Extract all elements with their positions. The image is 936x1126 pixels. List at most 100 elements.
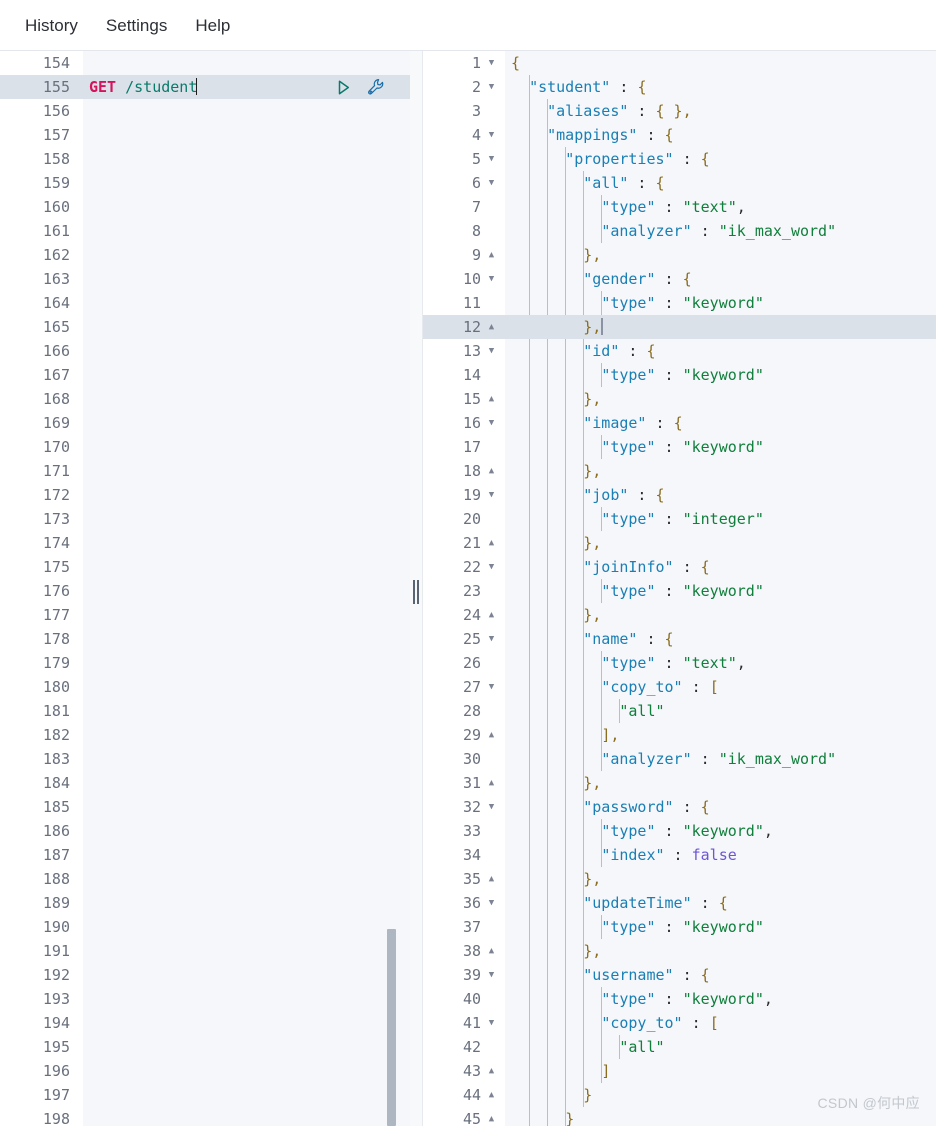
request-line[interactable]: [83, 1107, 410, 1126]
request-line[interactable]: [83, 243, 410, 267]
response-line[interactable]: "username" : {: [505, 963, 936, 987]
response-line[interactable]: },: [505, 771, 936, 795]
response-line[interactable]: },: [505, 603, 936, 627]
request-line[interactable]: [83, 315, 410, 339]
fold-down-icon[interactable]: ▼: [484, 267, 499, 291]
response-code-area[interactable]: { "student" : { "aliases" : { }, "mappin…: [505, 51, 936, 1126]
request-line[interactable]: [83, 483, 410, 507]
response-line[interactable]: },: [505, 531, 936, 555]
response-line[interactable]: },: [505, 387, 936, 411]
response-line[interactable]: "analyzer" : "ik_max_word": [505, 219, 936, 243]
request-line[interactable]: [83, 219, 410, 243]
request-line[interactable]: [83, 171, 410, 195]
response-line[interactable]: },: [505, 243, 936, 267]
request-line[interactable]: [83, 867, 410, 891]
fold-down-icon[interactable]: ▼: [484, 963, 499, 987]
request-line[interactable]: [83, 771, 410, 795]
fold-down-icon[interactable]: ▼: [484, 51, 499, 75]
request-line[interactable]: [83, 699, 410, 723]
response-line[interactable]: "joinInfo" : {: [505, 555, 936, 579]
response-line[interactable]: "all": [505, 1035, 936, 1059]
fold-down-icon[interactable]: ▼: [484, 171, 499, 195]
fold-down-icon[interactable]: ▼: [484, 555, 499, 579]
request-line[interactable]: [83, 435, 410, 459]
fold-up-icon[interactable]: ▲: [484, 603, 499, 627]
request-line[interactable]: [83, 651, 410, 675]
response-line[interactable]: "type" : "keyword": [505, 579, 936, 603]
request-line[interactable]: [83, 123, 410, 147]
request-line[interactable]: [83, 915, 410, 939]
response-line[interactable]: "type" : "text",: [505, 195, 936, 219]
response-line[interactable]: {: [505, 51, 936, 75]
request-line[interactable]: [83, 195, 410, 219]
pane-divider[interactable]: [410, 51, 423, 1126]
request-line[interactable]: [83, 747, 410, 771]
request-scrollbar[interactable]: [387, 51, 398, 1126]
request-line[interactable]: [83, 891, 410, 915]
response-line[interactable]: },: [505, 315, 936, 339]
request-scrollbar-thumb[interactable]: [387, 929, 396, 1126]
request-line[interactable]: [83, 339, 410, 363]
fold-up-icon[interactable]: ▲: [484, 1107, 499, 1126]
response-line[interactable]: ],: [505, 723, 936, 747]
response-line[interactable]: "aliases" : { },: [505, 99, 936, 123]
fold-down-icon[interactable]: ▼: [484, 1011, 499, 1035]
response-line[interactable]: "password" : {: [505, 795, 936, 819]
request-line[interactable]: [83, 147, 410, 171]
request-line[interactable]: [83, 411, 410, 435]
drag-handle-icon[interactable]: [413, 580, 420, 604]
response-line[interactable]: "id" : {: [505, 339, 936, 363]
fold-up-icon[interactable]: ▲: [484, 723, 499, 747]
menu-item-history[interactable]: History: [13, 13, 90, 38]
request-line[interactable]: [83, 99, 410, 123]
response-line[interactable]: "type" : "keyword": [505, 435, 936, 459]
request-line[interactable]: [83, 723, 410, 747]
response-line[interactable]: },: [505, 459, 936, 483]
request-line[interactable]: [83, 627, 410, 651]
response-line[interactable]: "name" : {: [505, 627, 936, 651]
fold-up-icon[interactable]: ▲: [484, 459, 499, 483]
fold-down-icon[interactable]: ▼: [484, 123, 499, 147]
request-line[interactable]: [83, 531, 410, 555]
request-line[interactable]: [83, 987, 410, 1011]
response-line[interactable]: }: [505, 1107, 936, 1126]
response-line[interactable]: "type" : "keyword": [505, 291, 936, 315]
response-line[interactable]: }: [505, 1083, 936, 1107]
fold-down-icon[interactable]: ▼: [484, 411, 499, 435]
response-line[interactable]: "updateTime" : {: [505, 891, 936, 915]
request-line[interactable]: [83, 819, 410, 843]
menu-item-help[interactable]: Help: [183, 13, 242, 38]
request-line[interactable]: [83, 1011, 410, 1035]
response-line[interactable]: "type" : "integer": [505, 507, 936, 531]
fold-down-icon[interactable]: ▼: [484, 627, 499, 651]
response-line[interactable]: "type" : "keyword": [505, 363, 936, 387]
response-line[interactable]: "mappings" : {: [505, 123, 936, 147]
menu-item-settings[interactable]: Settings: [94, 13, 179, 38]
fold-up-icon[interactable]: ▲: [484, 531, 499, 555]
fold-up-icon[interactable]: ▲: [484, 1083, 499, 1107]
response-line[interactable]: "copy_to" : [: [505, 675, 936, 699]
request-line[interactable]: [83, 267, 410, 291]
fold-down-icon[interactable]: ▼: [484, 339, 499, 363]
response-line[interactable]: "student" : {: [505, 75, 936, 99]
fold-down-icon[interactable]: ▼: [484, 483, 499, 507]
fold-up-icon[interactable]: ▲: [484, 1059, 499, 1083]
fold-up-icon[interactable]: ▲: [484, 939, 499, 963]
request-line[interactable]: [83, 795, 410, 819]
fold-down-icon[interactable]: ▼: [484, 75, 499, 99]
response-line[interactable]: "all": [505, 699, 936, 723]
response-line[interactable]: },: [505, 939, 936, 963]
request-line[interactable]: [83, 363, 410, 387]
fold-up-icon[interactable]: ▲: [484, 771, 499, 795]
response-line[interactable]: "type" : "keyword",: [505, 987, 936, 1011]
response-line[interactable]: "analyzer" : "ik_max_word": [505, 747, 936, 771]
response-line[interactable]: },: [505, 867, 936, 891]
request-line[interactable]: [83, 843, 410, 867]
response-line[interactable]: "index" : false: [505, 843, 936, 867]
request-line[interactable]: [83, 939, 410, 963]
fold-down-icon[interactable]: ▼: [484, 891, 499, 915]
fold-down-icon[interactable]: ▼: [484, 147, 499, 171]
request-line[interactable]: [83, 555, 410, 579]
request-line[interactable]: [83, 603, 410, 627]
request-line[interactable]: GET /student: [83, 75, 410, 99]
